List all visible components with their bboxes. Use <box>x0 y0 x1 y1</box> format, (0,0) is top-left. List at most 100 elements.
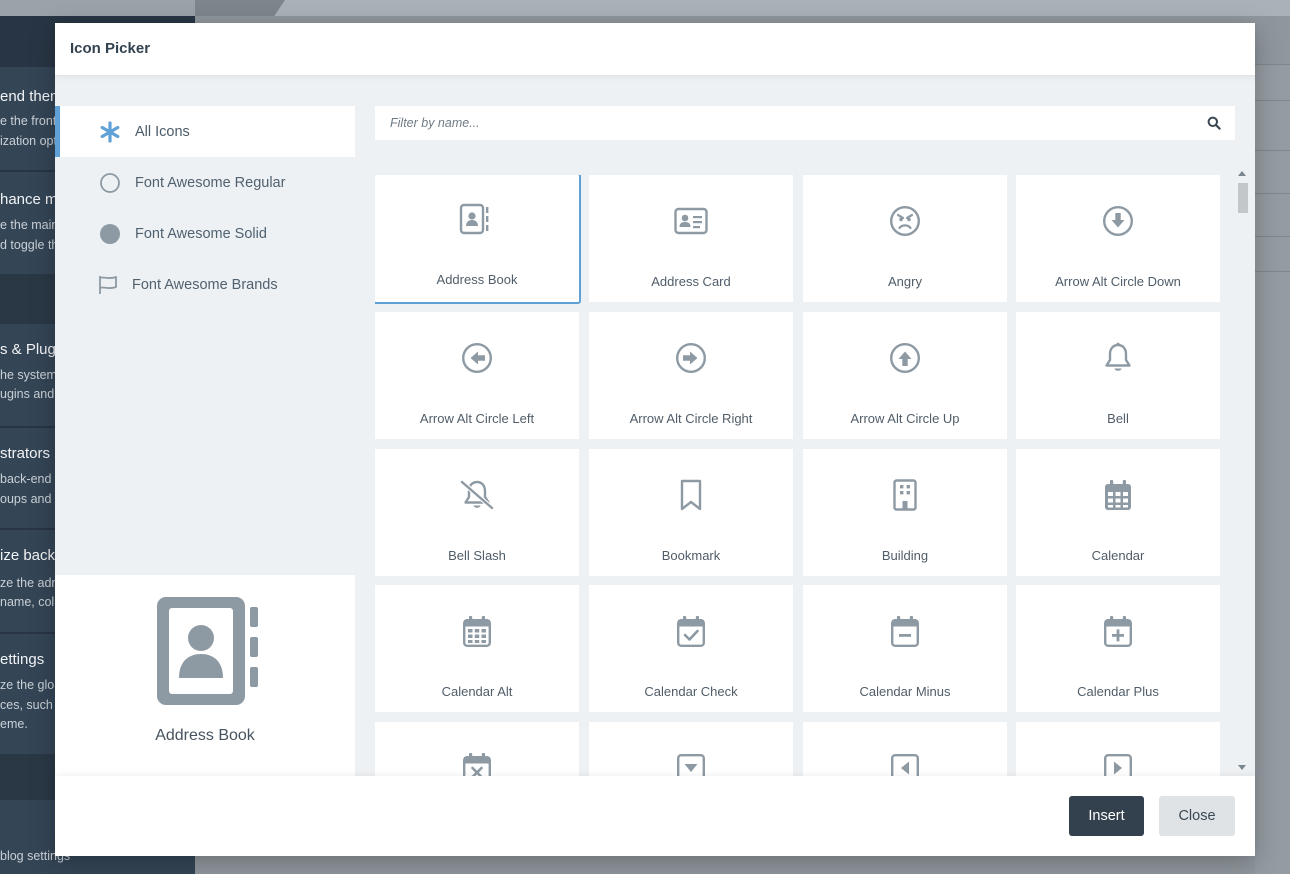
search-icon[interactable] <box>1207 116 1221 130</box>
icon-tile-calendar-alt[interactable]: Calendar Alt <box>375 585 579 712</box>
icon-tile-label: Calendar <box>1091 548 1145 563</box>
category-label: Font Awesome Brands <box>132 276 278 293</box>
arrow-alt-circle-up-icon <box>887 340 923 376</box>
background-section-title: ettings <box>0 651 45 668</box>
dialog-footer: Insert Close <box>55 776 1255 856</box>
caret-square-down-icon <box>673 750 709 776</box>
bell-slash-icon <box>459 477 495 513</box>
scroll-down-arrow-icon[interactable] <box>1238 765 1246 770</box>
bell-icon <box>1100 340 1136 376</box>
icon-tile-label: Building <box>881 548 929 563</box>
icon-tile-label: Arrow Alt Circle Left <box>419 411 535 426</box>
background-section-text: ces, such <box>0 698 53 712</box>
icon-tile-arrow-alt-circle-up[interactable]: Arrow Alt Circle Up <box>803 312 1007 439</box>
background-search-bar <box>0 0 195 16</box>
filter-input[interactable] <box>375 106 1235 140</box>
icon-tile-label: Arrow Alt Circle Down <box>1055 274 1181 289</box>
background-section-text: ze the glob <box>0 678 62 692</box>
icon-tile-bookmark[interactable]: Bookmark <box>589 449 793 576</box>
calendar-alt-icon <box>459 613 495 649</box>
background-section-text: back-end <box>0 472 52 486</box>
category-label: Font Awesome Regular <box>135 174 286 191</box>
icon-grid: Address Book Address Card Angry Arrow Al… <box>375 175 1220 776</box>
icon-tile-building[interactable]: Building <box>803 449 1007 576</box>
circle-solid-icon <box>99 223 121 245</box>
circle-outline-icon <box>99 172 121 194</box>
background-section-text: e the main <box>0 218 59 232</box>
icon-tile-label: Arrow Alt Circle Up <box>850 411 960 426</box>
caret-square-right-icon <box>1100 750 1136 776</box>
address-book-icon <box>457 201 493 237</box>
category-label: All Icons <box>135 123 190 140</box>
arrow-alt-circle-right-icon <box>673 340 709 376</box>
flag-icon <box>97 274 119 296</box>
background-section-text: ugins and <box>0 387 55 401</box>
background-section-text: ization opt <box>0 134 57 148</box>
angry-icon <box>887 203 923 239</box>
background-section-text: name, col <box>0 595 55 609</box>
icon-tile-arrow-alt-circle-right[interactable]: Arrow Alt Circle Right <box>589 312 793 439</box>
dialog-title: Icon Picker <box>70 40 151 57</box>
background-section-title: ize back <box>0 547 56 564</box>
icon-tile-angry[interactable]: Angry <box>803 175 1007 302</box>
icon-tile-label: Bookmark <box>661 548 721 563</box>
asterisk-icon <box>99 120 121 143</box>
icon-tile-label: Bell Slash <box>448 548 506 563</box>
calendar-minus-icon <box>887 613 923 649</box>
background-section-text: e the front- <box>0 114 61 128</box>
scroll-up-arrow-icon[interactable] <box>1238 171 1246 176</box>
arrow-alt-circle-down-icon <box>1100 203 1136 239</box>
building-icon <box>887 477 923 513</box>
caret-square-left-icon <box>887 750 923 776</box>
category-label: Font Awesome Solid <box>135 225 267 242</box>
icon-tile-calendar-plus[interactable]: Calendar Plus <box>1016 585 1220 712</box>
background-section-text: eme. <box>0 717 28 731</box>
icon-tile-caret-square-down[interactable] <box>589 722 793 776</box>
icon-tile-label: Address Card <box>651 274 731 289</box>
background-section-text: oups and <box>0 492 52 506</box>
icon-tile-bell-slash[interactable]: Bell Slash <box>375 449 579 576</box>
icon-tile-bell[interactable]: Bell <box>1016 312 1220 439</box>
icon-tile-calendar-times[interactable] <box>375 722 579 776</box>
bookmark-icon <box>673 477 709 513</box>
address-book-icon <box>154 594 264 708</box>
arrow-alt-circle-left-icon <box>459 340 495 376</box>
icon-tile-arrow-alt-circle-left[interactable]: Arrow Alt Circle Left <box>375 312 579 439</box>
icon-tile-label: Calendar Minus <box>859 684 951 699</box>
calendar-check-icon <box>673 613 709 649</box>
calendar-icon <box>1100 477 1136 513</box>
icon-picker-dialog: Icon Picker All Icons Font Awesome Regul… <box>55 23 1255 856</box>
icon-tile-caret-square-left[interactable] <box>803 722 1007 776</box>
icon-tile-label: Calendar Check <box>644 684 738 699</box>
insert-button[interactable]: Insert <box>1069 796 1144 836</box>
background-section-title: strators <box>0 445 51 462</box>
icon-browser: Address Book Address Card Angry Arrow Al… <box>355 76 1255 776</box>
close-button[interactable]: Close <box>1159 796 1235 836</box>
icon-tile-label: Address Book <box>436 272 518 287</box>
category-font-awesome-brands[interactable]: Font Awesome Brands <box>55 259 355 310</box>
icon-preview: Address Book <box>55 575 355 776</box>
icon-tile-label: Angry <box>888 274 922 289</box>
background-table-edge <box>1255 64 1290 874</box>
address-card-icon <box>673 203 709 239</box>
background-section-text: he system <box>0 368 57 382</box>
icon-tile-caret-square-right[interactable] <box>1016 722 1220 776</box>
icon-tile-label: Bell <box>1107 411 1129 426</box>
category-all-icons[interactable]: All Icons <box>55 106 355 157</box>
icon-tile-calendar-minus[interactable]: Calendar Minus <box>803 585 1007 712</box>
background-section-title: end them <box>0 88 63 105</box>
icon-tile-arrow-alt-circle-down[interactable]: Arrow Alt Circle Down <box>1016 175 1220 302</box>
icon-grid-scrollbar[interactable] <box>1235 171 1249 776</box>
icon-tile-label: Calendar Alt <box>441 684 513 699</box>
icon-tile-label: Calendar Plus <box>1077 684 1159 699</box>
background-section-text: d toggle th <box>0 238 59 252</box>
icon-tile-calendar-check[interactable]: Calendar Check <box>589 585 793 712</box>
icon-tile-address-book[interactable]: Address Book <box>375 175 581 304</box>
icon-tile-address-card[interactable]: Address Card <box>589 175 793 302</box>
icon-tile-calendar[interactable]: Calendar <box>1016 449 1220 576</box>
icon-tile-label: Arrow Alt Circle Right <box>629 411 753 426</box>
category-font-awesome-solid[interactable]: Font Awesome Solid <box>55 208 355 259</box>
scrollbar-thumb[interactable] <box>1238 183 1248 213</box>
category-font-awesome-regular[interactable]: Font Awesome Regular <box>55 157 355 208</box>
background-topbar <box>195 0 1290 16</box>
